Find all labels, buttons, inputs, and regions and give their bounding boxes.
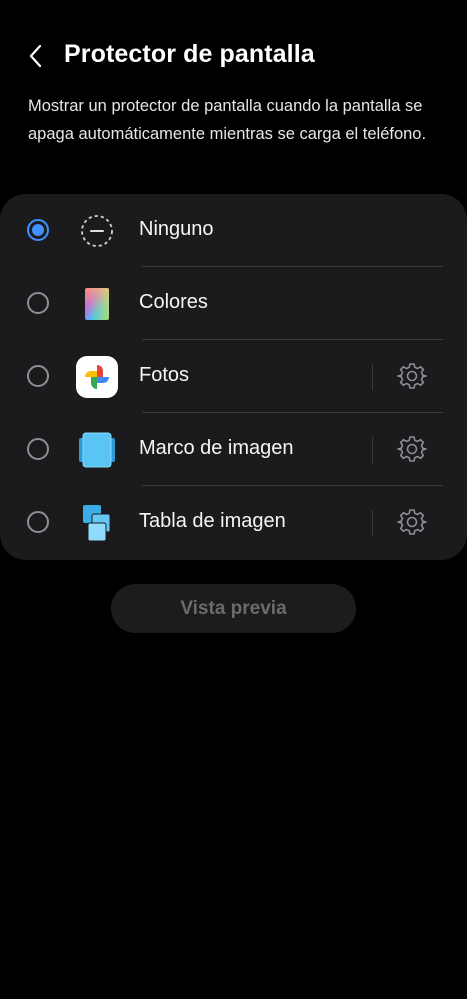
gear-icon <box>397 509 427 535</box>
option-marco-de-imagen[interactable]: Marco de imagen <box>0 413 467 486</box>
page-title: Protector de pantalla <box>64 40 315 68</box>
gear-icon <box>397 363 427 389</box>
option-tabla-de-imagen[interactable]: Tabla de imagen <box>0 486 467 559</box>
option-label: Ninguno <box>139 218 214 240</box>
picture-table-icon <box>76 502 118 544</box>
radio-button[interactable] <box>27 438 49 460</box>
description-text: Mostrar un protector de pantalla cuando … <box>28 97 427 143</box>
option-colores[interactable]: Colores <box>0 267 467 340</box>
option-label: Tabla de imagen <box>139 510 286 532</box>
radio-button[interactable] <box>27 292 49 314</box>
google-photos-icon <box>76 356 118 398</box>
vertical-separator <box>372 510 373 536</box>
app-bar: Protector de pantalla <box>0 28 467 84</box>
tabla-settings-button[interactable] <box>393 503 431 541</box>
option-ninguno[interactable]: Ninguno <box>0 194 467 267</box>
none-dashed-circle-icon <box>76 210 118 252</box>
option-label: Fotos <box>139 364 190 386</box>
option-fotos[interactable]: Fotos <box>0 340 467 413</box>
marco-settings-button[interactable] <box>393 430 431 468</box>
vertical-separator <box>372 364 373 390</box>
back-button[interactable] <box>18 36 54 76</box>
options-card: Ninguno Colores Fotos Marco de imagen Ta… <box>0 194 467 560</box>
option-label: Colores <box>139 291 208 313</box>
picture-frame-icon <box>76 429 118 471</box>
radio-button-selected[interactable] <box>27 219 49 241</box>
option-label: Marco de imagen <box>139 437 294 459</box>
preview-button[interactable]: Vista previa <box>111 584 356 633</box>
chevron-left-icon <box>29 44 42 68</box>
vertical-separator <box>372 437 373 463</box>
radio-button[interactable] <box>27 511 49 533</box>
fotos-settings-button[interactable] <box>393 357 431 395</box>
radio-button[interactable] <box>27 365 49 387</box>
gear-icon <box>397 436 427 462</box>
colors-gradient-icon <box>76 283 118 325</box>
screensaver-settings-screen: Protector de pantalla Mostrar un protect… <box>0 0 467 999</box>
